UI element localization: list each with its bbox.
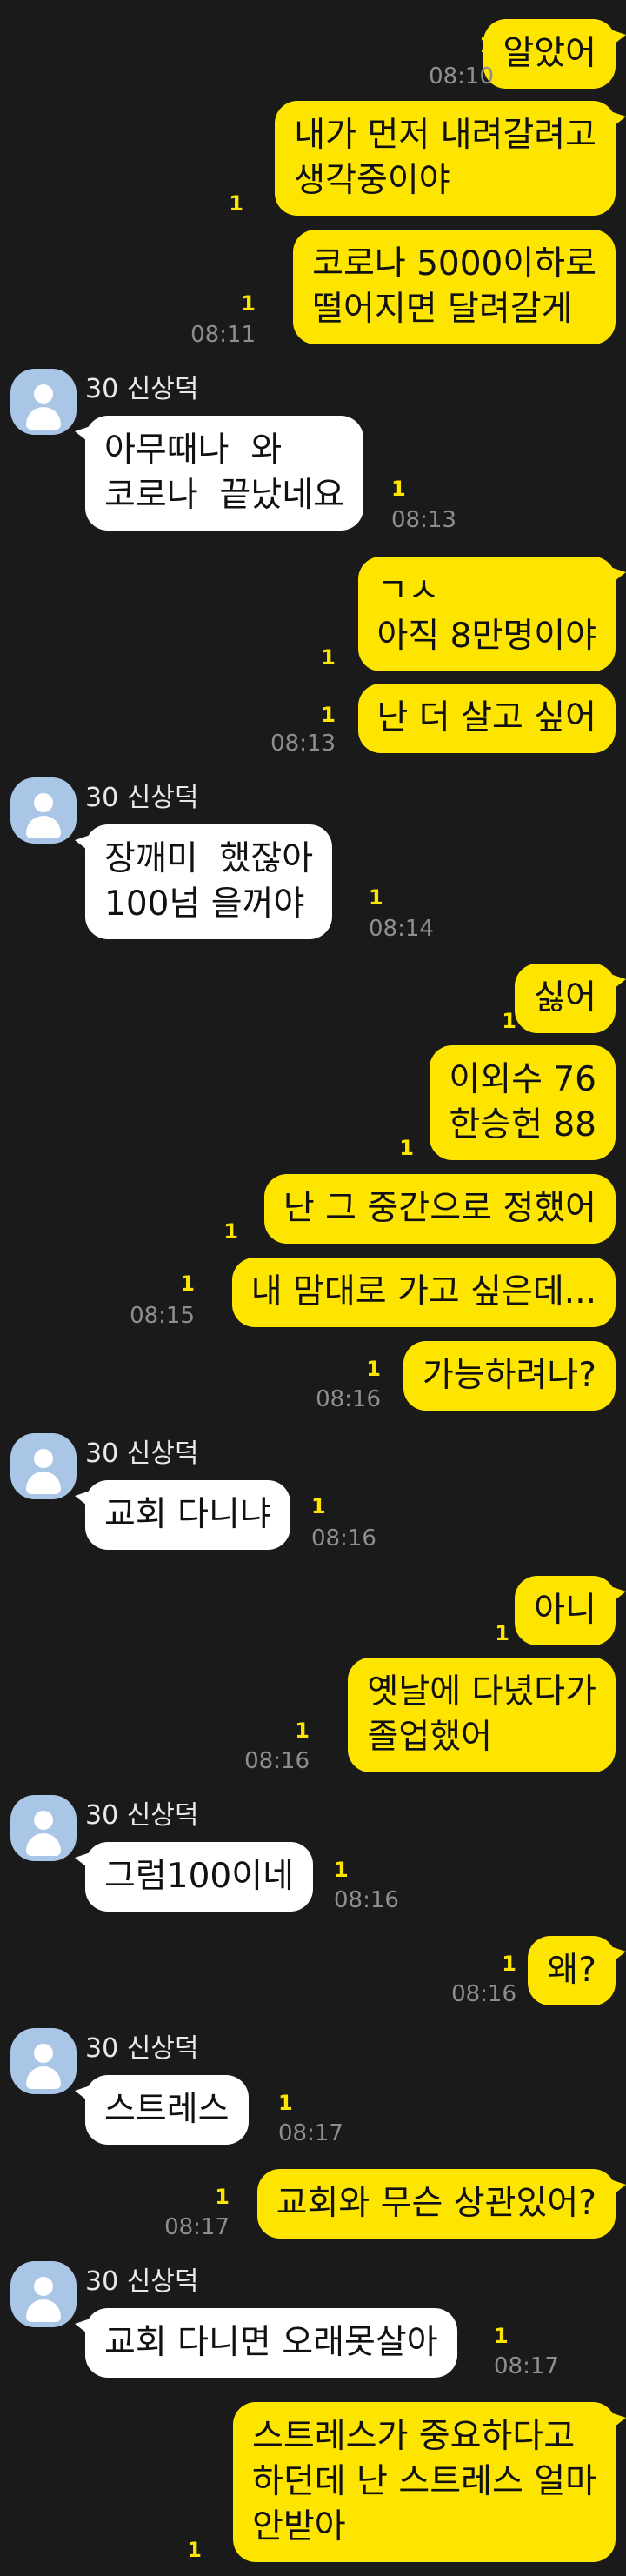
message-bubble-sent[interactable]: ㄱㅅ 아직 8만명이야 bbox=[357, 557, 626, 671]
message-time: 08:16 bbox=[451, 1981, 516, 2007]
message-bubble-sent[interactable]: 아니 bbox=[515, 1576, 626, 1645]
sender-name: 30 신상덕 bbox=[85, 783, 199, 813]
unread-count: 1 bbox=[369, 885, 383, 910]
message-bubble-sent[interactable]: 옛날에 다녔다가 졸업했어 bbox=[348, 1658, 616, 1772]
message-bubble-sent[interactable]: 이외수 76 한승헌 88 bbox=[430, 1045, 616, 1160]
sender-avatar[interactable] bbox=[10, 1433, 77, 1499]
message-time: 08:17 bbox=[164, 2214, 230, 2240]
message-bubble-sent[interactable]: 가능하려나? bbox=[403, 1341, 616, 1411]
sender-avatar[interactable] bbox=[10, 777, 77, 844]
sender-name: 30 신상덕 bbox=[85, 374, 199, 404]
message-bubble-sent[interactable]: 싫어 bbox=[515, 964, 626, 1033]
unread-count: 1 bbox=[366, 1357, 381, 1381]
message-time: 08:13 bbox=[391, 507, 456, 533]
sender-avatar[interactable] bbox=[10, 369, 77, 435]
message-time: 08:17 bbox=[278, 2120, 343, 2146]
unread-count: 1 bbox=[187, 2538, 202, 2562]
unread-count: 1 bbox=[215, 2185, 230, 2209]
chat-room[interactable]: 알았어 1 08:10 내가 먼저 내려갈려고 생각중이야 1 코로나 5000… bbox=[0, 0, 626, 2576]
unread-count: 1 bbox=[494, 2324, 509, 2348]
message-time: 08:13 bbox=[270, 731, 336, 757]
message-bubble-sent[interactable]: 내 맘대로 가고 싶은데... bbox=[231, 1258, 616, 1327]
sender-name: 30 신상덕 bbox=[85, 1438, 199, 1469]
message-time: 08:17 bbox=[494, 2353, 559, 2379]
unread-count: 1 bbox=[502, 1952, 516, 1976]
message-bubble-sent[interactable]: 교회와 무슨 상관있어? bbox=[256, 2169, 626, 2239]
unread-count: 1 bbox=[495, 1621, 509, 1645]
unread-count: 1 bbox=[229, 191, 243, 216]
sender-name: 30 신상덕 bbox=[85, 2266, 199, 2297]
unread-count: 1 bbox=[241, 291, 256, 316]
message-bubble-received[interactable]: 장깨미 했잖아 100넘 을꺼야 bbox=[74, 824, 333, 939]
message-time: 08:16 bbox=[244, 1748, 310, 1774]
unread-count: 1 bbox=[334, 1858, 349, 1882]
sender-name: 30 신상덕 bbox=[85, 2033, 199, 2064]
message-bubble-sent[interactable]: 난 더 살고 싶어 bbox=[357, 684, 616, 753]
unread-count: 1 bbox=[295, 1718, 310, 1743]
sender-avatar[interactable] bbox=[10, 2261, 77, 2327]
unread-count: 1 bbox=[223, 1219, 238, 1244]
message-bubble-received[interactable]: 아무때나 와 코로나 끝났네요 bbox=[75, 416, 363, 531]
message-time: 08:15 bbox=[130, 1303, 195, 1329]
unread-count: 1 bbox=[391, 477, 406, 501]
message-time: 08:16 bbox=[311, 1525, 376, 1552]
message-time: 08:14 bbox=[369, 916, 434, 942]
message-bubble-received[interactable]: 그럼100이네 bbox=[75, 1842, 313, 1912]
message-bubble-sent[interactable]: 코로나 5000이하로 떨어지면 달려갈게 bbox=[293, 230, 616, 344]
unread-count: 1 bbox=[311, 1494, 326, 1518]
message-bubble-sent[interactable]: 내가 먼저 내려갈려고 생각중이야 bbox=[275, 101, 626, 216]
unread-count: 1 bbox=[321, 645, 336, 670]
unread-count: 1 bbox=[399, 1136, 414, 1160]
message-bubble-received[interactable]: 교회 다니냐 bbox=[75, 1480, 290, 1550]
message-bubble-received[interactable]: 교회 다니면 오래못살아 bbox=[75, 2308, 457, 2378]
message-time: 08:10 bbox=[429, 63, 494, 90]
message-time: 08:16 bbox=[316, 1386, 381, 1412]
message-bubble-sent[interactable]: 왜? bbox=[528, 1936, 626, 2005]
unread-count: 1 bbox=[180, 1271, 195, 1296]
unread-count: 1 bbox=[479, 33, 494, 57]
message-bubble-sent[interactable]: 스트레스가 중요하다고 하던데 난 스트레스 얼마 안받아 bbox=[233, 2402, 626, 2562]
unread-count: 1 bbox=[278, 2091, 293, 2115]
message-time: 08:11 bbox=[190, 322, 256, 348]
unread-count: 1 bbox=[502, 1009, 516, 1033]
sender-name: 30 신상덕 bbox=[85, 1800, 199, 1831]
message-bubble-sent[interactable]: 알았어 bbox=[483, 19, 626, 89]
sender-avatar[interactable] bbox=[10, 1795, 77, 1861]
message-bubble-sent[interactable]: 난 그 중간으로 정했어 bbox=[263, 1174, 616, 1244]
message-bubble-received[interactable]: 스트레스 bbox=[75, 2075, 249, 2145]
sender-avatar[interactable] bbox=[10, 2028, 77, 2094]
unread-count: 1 bbox=[321, 703, 336, 727]
message-time: 08:16 bbox=[334, 1887, 399, 1913]
